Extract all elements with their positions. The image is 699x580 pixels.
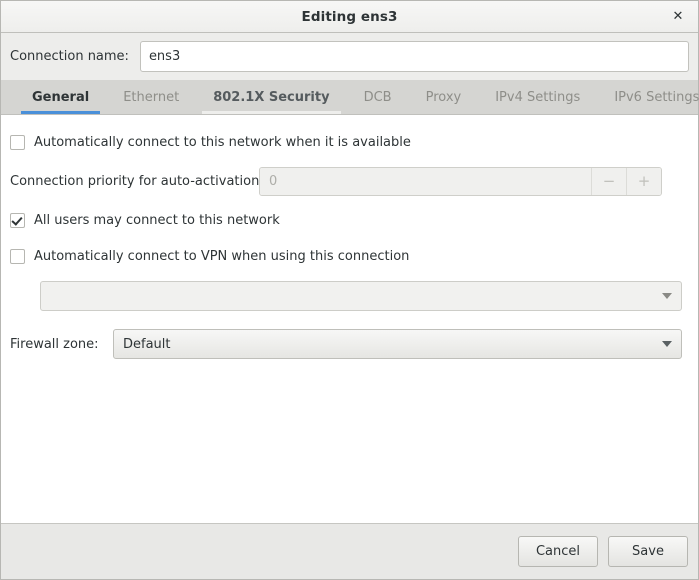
all-users-checkbox[interactable] <box>10 212 25 228</box>
autoconnect-vpn-label: Automatically connect to VPN when using … <box>34 248 410 264</box>
connection-name-row: Connection name: <box>1 33 698 80</box>
close-icon[interactable]: ✕ <box>667 6 689 28</box>
tab-underline <box>21 111 101 114</box>
autoconnect-label: Automatically connect to this network wh… <box>34 134 411 150</box>
tab-ipv6-settings[interactable]: IPv6 Settings <box>597 80 699 114</box>
tab-label: Proxy <box>425 89 462 105</box>
dialog-footer: Cancel Save <box>1 523 698 579</box>
tab-ipv4-settings[interactable]: IPv4 Settings <box>478 80 597 114</box>
autoconnect-checkbox[interactable] <box>10 134 25 150</box>
chevron-down-icon <box>662 293 672 299</box>
connection-priority-spinner[interactable]: 0 − + <box>259 167 662 196</box>
tab-proxy[interactable]: Proxy <box>409 80 479 114</box>
all-users-label: All users may connect to this network <box>34 212 280 228</box>
tab-underline <box>353 111 403 114</box>
connection-name-input[interactable] <box>139 41 689 72</box>
firewall-zone-row: Firewall zone: Default <box>10 329 689 359</box>
tab-ethernet[interactable]: Ethernet <box>106 80 196 114</box>
increment-button[interactable]: + <box>626 168 661 195</box>
tab-dcb[interactable]: DCB <box>347 80 409 114</box>
tab-label: DCB <box>363 89 392 105</box>
tab-802-1x-security[interactable]: 802.1X Security <box>196 80 346 114</box>
tab-label: General <box>32 89 90 105</box>
firewall-zone-combo[interactable]: Default <box>113 329 682 359</box>
tab-label: IPv6 Settings <box>614 89 699 105</box>
tab-bar: General Ethernet 802.1X Security DCB Pro… <box>1 80 699 115</box>
save-button[interactable]: Save <box>608 536 688 567</box>
editing-connection-dialog: Editing ens3 ✕ Connection name: General … <box>0 0 699 580</box>
firewall-zone-label: Firewall zone: <box>10 336 99 352</box>
all-users-row: All users may connect to this network <box>10 209 689 231</box>
connection-priority-row: Connection priority for auto-activation:… <box>10 167 689 196</box>
autoconnect-row: Automatically connect to this network wh… <box>10 131 689 153</box>
connection-priority-label: Connection priority for auto-activation: <box>10 174 264 189</box>
chevron-down-icon <box>662 341 672 347</box>
autoconnect-vpn-checkbox[interactable] <box>10 248 25 264</box>
tab-underline <box>202 111 341 114</box>
window-title: Editing ens3 <box>301 8 398 25</box>
connection-priority-value[interactable]: 0 <box>260 168 591 195</box>
tab-underline <box>484 111 591 114</box>
decrement-button[interactable]: − <box>591 168 626 195</box>
tab-label: IPv4 Settings <box>495 89 581 105</box>
tab-label: Ethernet <box>123 89 180 105</box>
vpn-combo-row <box>10 281 689 311</box>
tab-label: 802.1X Security <box>213 89 330 105</box>
tab-underline <box>603 111 699 114</box>
firewall-zone-value: Default <box>123 336 171 352</box>
vpn-connection-combo[interactable] <box>40 281 682 311</box>
cancel-button[interactable]: Cancel <box>518 536 598 567</box>
tab-general[interactable]: General <box>15 80 106 114</box>
tab-underline <box>415 111 473 114</box>
connection-name-label: Connection name: <box>10 49 129 64</box>
titlebar: Editing ens3 ✕ <box>1 1 698 33</box>
general-tab-panel: Automatically connect to this network wh… <box>1 115 698 523</box>
autoconnect-vpn-row: Automatically connect to VPN when using … <box>10 245 689 267</box>
tab-underline <box>112 111 190 114</box>
